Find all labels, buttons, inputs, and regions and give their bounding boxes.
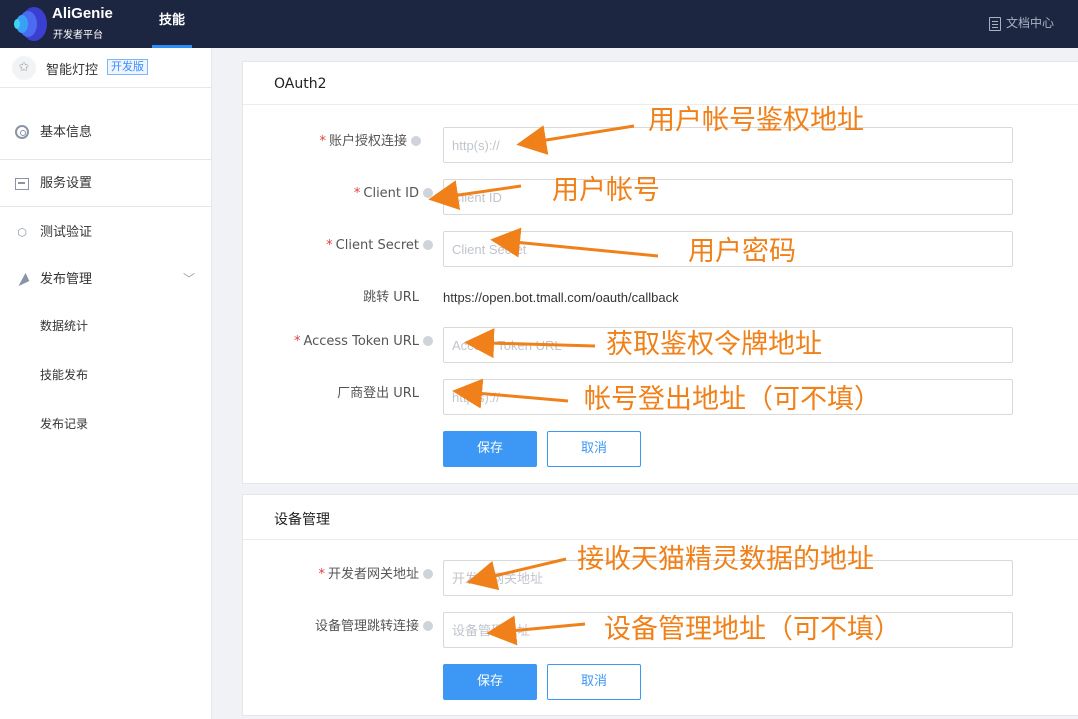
annotation-client-id: 用户帐号	[552, 175, 660, 206]
device-panel-title: 设备管理	[274, 512, 330, 528]
logout-url-label: 厂商登出 URL	[337, 386, 419, 401]
server-icon	[14, 176, 30, 192]
help-icon[interactable]	[423, 239, 433, 250]
skill-env-badge: 开发版	[107, 59, 148, 75]
sidebar-item-label: 服务设置	[40, 176, 93, 191]
client-id-input[interactable]	[443, 179, 1013, 215]
send-icon	[14, 272, 30, 288]
skill-header: ✩ 智能灯控 开发版	[0, 48, 211, 88]
sidebar-item-service-settings[interactable]: 服务设置	[0, 159, 211, 207]
annotation-logout: 帐号登出地址（可不填）	[584, 384, 881, 415]
client-id-label: * Client ID	[253, 186, 433, 202]
sidebar-item-label: 测试验证	[40, 225, 93, 240]
panel-divider	[243, 539, 1078, 540]
oauth-save-button[interactable]: 保存	[443, 431, 537, 467]
skill-name: 智能灯控	[46, 63, 99, 78]
sidebar-item-label: 基本信息	[40, 125, 93, 140]
docs-link[interactable]: 文档中心	[988, 13, 1054, 33]
oauth-cancel-button[interactable]: 取消	[547, 431, 641, 467]
logo-name: AliGenie	[52, 5, 113, 22]
access-token-label: * Access Token URL	[253, 334, 433, 350]
sidebar: ✩ 智能灯控 开发版 基本信息 服务设置 ⬡ 测试验证 发布管理 ﹀ 数据统计 …	[0, 48, 212, 719]
sidebar-item-basic-info[interactable]: 基本信息	[0, 109, 211, 157]
ring-icon	[14, 125, 30, 141]
device-cancel-button[interactable]: 取消	[547, 664, 641, 700]
device-panel: 设备管理	[242, 494, 1078, 716]
help-icon[interactable]	[423, 335, 433, 346]
help-icon[interactable]	[411, 135, 421, 146]
oauth-panel-title: OAuth2	[274, 76, 327, 92]
chevron-down-icon: ﹀	[182, 272, 195, 286]
device-redirect-label: 设备管理跳转连接	[253, 619, 433, 635]
annotation-gateway: 接收天猫精灵数据的地址	[577, 544, 874, 575]
sidebar-subitem-records[interactable]: 发布记录	[40, 416, 88, 432]
account-auth-label: * 账户授权连接	[241, 134, 421, 150]
logo-subtitle: 开发者平台	[53, 30, 103, 41]
help-icon[interactable]	[423, 620, 433, 631]
document-icon	[988, 16, 1001, 31]
gateway-label: * 开发者网关地址	[253, 567, 433, 583]
sidebar-item-test[interactable]: ⬡ 测试验证	[0, 209, 211, 257]
help-icon[interactable]	[423, 568, 433, 579]
sidebar-subitem-stats[interactable]: 数据统计	[40, 318, 88, 334]
logo[interactable]: AliGenie 开发者平台	[8, 0, 148, 48]
annotation-client-secret: 用户密码	[688, 236, 796, 267]
sidebar-subitem-publish[interactable]: 技能发布	[40, 367, 88, 383]
annotation-access-token: 获取鉴权令牌地址	[606, 329, 822, 360]
docs-link-label: 文档中心	[1005, 16, 1054, 30]
annotation-account-auth: 用户帐号鉴权地址	[648, 105, 864, 136]
aligenie-logo-icon	[14, 7, 47, 41]
top-bar: AliGenie 开发者平台 技能 文档中心	[0, 0, 1078, 48]
device-save-button[interactable]: 保存	[443, 664, 537, 700]
redirect-url-label: 跳转 URL	[363, 290, 419, 305]
test-icon: ⬡	[17, 226, 27, 239]
skill-star-icon: ✩	[12, 56, 36, 80]
client-secret-label: * Client Secret	[253, 238, 433, 254]
nav-tab-skills[interactable]: 技能	[152, 0, 192, 48]
annotation-device-redirect: 设备管理地址（可不填）	[604, 614, 901, 645]
sidebar-item-label: 发布管理	[40, 272, 93, 287]
help-icon[interactable]	[423, 187, 433, 198]
sidebar-item-publish[interactable]: 发布管理 ﹀	[0, 256, 211, 304]
redirect-url-value: https://open.bot.tmall.com/oauth/callbac…	[443, 290, 679, 305]
